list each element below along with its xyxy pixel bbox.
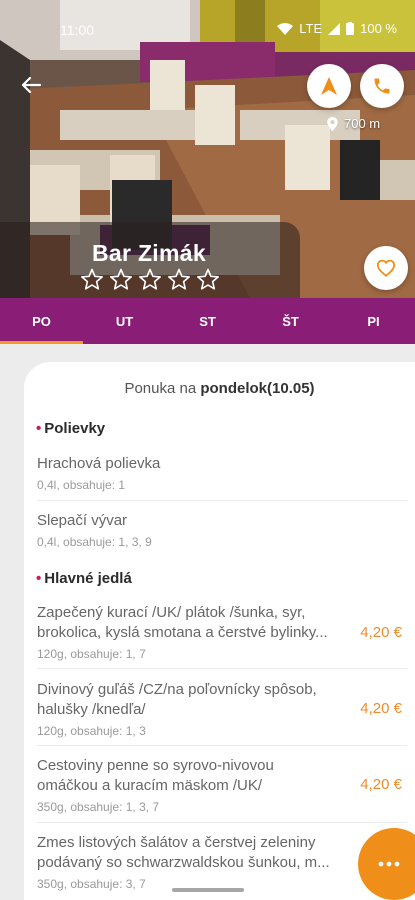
battery-icon bbox=[346, 22, 355, 35]
item-name-line1: Divinový guľáš /CZ/na poľovnícky spôsob, bbox=[37, 681, 317, 698]
back-button[interactable] bbox=[14, 68, 48, 102]
item-name-line2: podávaný so schwarzwaldskou šunkou, m... bbox=[37, 854, 330, 871]
item-name-line2: brokolica, kyslá smotana a čerstvé bylin… bbox=[37, 624, 328, 641]
star-icon[interactable] bbox=[80, 268, 104, 291]
menu-item[interactable]: Zmes listových šalátov a čerstvej zeleni… bbox=[37, 833, 407, 891]
star-icon[interactable] bbox=[109, 268, 133, 291]
item-meta: 0,4l, obsahuje: 1, 3, 9 bbox=[37, 535, 152, 549]
item-name-line1: Zmes listových šalátov a čerstvej zeleni… bbox=[37, 834, 316, 851]
section-title: • Hlavné jedlá bbox=[36, 570, 132, 587]
restaurant-hero: 11:00 LTE 100 % 700 m Bar Zimák bbox=[0, 0, 415, 298]
menu-heading-day: pondelok(10.05) bbox=[200, 380, 315, 397]
item-price: 4,20 € bbox=[360, 700, 402, 717]
heart-icon bbox=[376, 259, 396, 277]
distance-indicator: 700 m bbox=[327, 116, 380, 131]
star-icon[interactable] bbox=[196, 268, 220, 291]
menu-item[interactable]: Slepačí vývar 0,4l, obsahuje: 1, 3, 9 bbox=[37, 511, 407, 549]
item-price: 4,20 € bbox=[360, 624, 402, 641]
tab-stv[interactable]: ŠT bbox=[249, 298, 332, 344]
network-label: LTE bbox=[299, 21, 323, 36]
item-name-line1: Zapečený kurací /UK/ plátok /šunka, syr, bbox=[37, 604, 306, 621]
section-title: • Polievky bbox=[36, 420, 105, 437]
distance-label: 700 m bbox=[344, 116, 381, 131]
more-dots-icon bbox=[378, 861, 400, 867]
menu-heading-prefix: Ponuka na bbox=[124, 380, 197, 397]
menu-item[interactable]: Divinový guľáš /CZ/na poľovnícky spôsob,… bbox=[37, 680, 407, 738]
section-title-text: Polievky bbox=[44, 420, 106, 437]
status-icons: LTE 100 % bbox=[277, 21, 397, 36]
divider bbox=[37, 500, 407, 501]
back-arrow-icon bbox=[21, 76, 41, 94]
section-title-text: Hlavné jedlá bbox=[44, 570, 132, 587]
divider bbox=[37, 745, 407, 746]
signal-icon bbox=[328, 22, 341, 35]
menu-item[interactable]: Zapečený kurací /UK/ plátok /šunka, syr,… bbox=[37, 603, 407, 661]
location-pin-icon bbox=[327, 116, 338, 131]
star-icon[interactable] bbox=[138, 268, 162, 291]
home-indicator[interactable] bbox=[172, 888, 244, 892]
item-name: Hrachová polievka bbox=[37, 455, 161, 472]
tab-ut[interactable]: UT bbox=[83, 298, 166, 344]
status-time: 11:00 bbox=[60, 22, 94, 38]
menu-item[interactable]: Cestoviny penne so syrovo-nivovou omáčko… bbox=[37, 756, 407, 814]
phone-icon bbox=[374, 78, 390, 94]
restaurant-title: Bar Zimák bbox=[92, 240, 206, 266]
navigate-button[interactable] bbox=[307, 64, 351, 108]
bullet-icon: • bbox=[36, 570, 42, 587]
tab-st[interactable]: ST bbox=[166, 298, 249, 344]
item-price: 4,20 € bbox=[360, 776, 402, 793]
item-name-line2: omáčkou a kuracím mäskom /UK/ bbox=[37, 777, 263, 794]
favorite-button[interactable] bbox=[364, 246, 408, 290]
tab-pi[interactable]: PI bbox=[332, 298, 415, 344]
bullet-icon: • bbox=[36, 420, 42, 437]
item-name-line1: Cestoviny penne so syrovo-nivovou bbox=[37, 757, 274, 774]
item-name-line2: halušky /knedľa/ bbox=[37, 701, 146, 718]
day-tabs: PO UT ST ŠT PI bbox=[0, 298, 415, 344]
menu-item[interactable]: Hrachová polievka 0,4l, obsahuje: 1 bbox=[37, 454, 407, 492]
menu-heading: Ponuka na pondelok(10.05) bbox=[24, 380, 415, 397]
item-meta: 120g, obsahuje: 1, 7 bbox=[37, 647, 146, 661]
item-meta: 0,4l, obsahuje: 1 bbox=[37, 478, 126, 492]
divider bbox=[37, 822, 407, 823]
menu-card: Ponuka na pondelok(10.05) • Polievky Hrac… bbox=[24, 362, 415, 900]
status-bar: 11:00 LTE 100 % bbox=[0, 0, 415, 48]
tab-po[interactable]: PO bbox=[0, 298, 83, 344]
item-name: Slepačí vývar bbox=[37, 512, 128, 529]
item-meta: 120g, obsahuje: 1, 3 bbox=[37, 724, 146, 738]
wifi-icon bbox=[277, 22, 294, 35]
battery-label: 100 % bbox=[360, 21, 397, 36]
item-meta: 350g, obsahuje: 1, 3, 7 bbox=[37, 800, 160, 814]
star-icon[interactable] bbox=[167, 268, 191, 291]
call-button[interactable] bbox=[360, 64, 404, 108]
divider bbox=[37, 668, 407, 669]
navigation-arrow-icon bbox=[321, 77, 337, 95]
rating-stars[interactable] bbox=[80, 268, 220, 291]
